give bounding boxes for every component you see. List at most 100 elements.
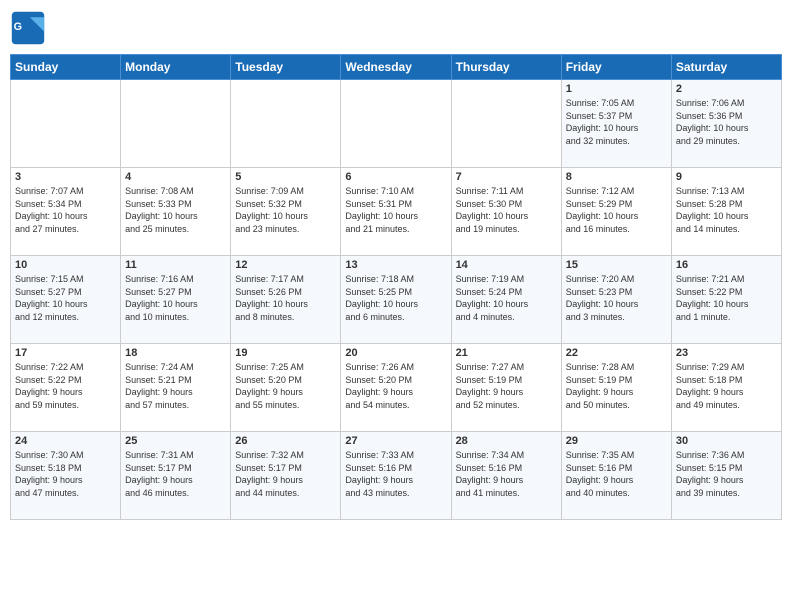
calendar-week-3: 17Sunrise: 7:22 AMSunset: 5:22 PMDayligh…: [11, 344, 782, 432]
calendar-cell: 17Sunrise: 7:22 AMSunset: 5:22 PMDayligh…: [11, 344, 121, 432]
day-info: Sunrise: 7:06 AMSunset: 5:36 PMDaylight:…: [676, 97, 777, 147]
day-info: Sunrise: 7:10 AMSunset: 5:31 PMDaylight:…: [345, 185, 446, 235]
day-info: Sunrise: 7:18 AMSunset: 5:25 PMDaylight:…: [345, 273, 446, 323]
day-info: Sunrise: 7:11 AMSunset: 5:30 PMDaylight:…: [456, 185, 557, 235]
day-number: 7: [456, 171, 557, 183]
day-number: 12: [235, 259, 336, 271]
calendar-cell: 27 Sunrise: 7:33 AMSunset: 5:16 PMDayligh…: [341, 432, 451, 520]
calendar-week-2: 10 Sunrise: 7:15 AMSunset: 5:27 PMDayligh…: [11, 256, 782, 344]
calendar-cell: 23 Sunrise: 7:29 AMSunset: 5:18 PMDayligh…: [671, 344, 781, 432]
day-number: 25: [125, 435, 226, 447]
day-info: Sunrise: 7:22 AMSunset: 5:22 PMDaylight:…: [15, 361, 116, 411]
calendar-cell: 28 Sunrise: 7:34 AMSunset: 5:16 PMDayligh…: [451, 432, 561, 520]
day-info: Sunrise: 7:35 AMSunset: 5:16 PMDaylight:…: [566, 449, 667, 499]
calendar-cell: 18Sunrise: 7:24 AMSunset: 5:21 PMDayligh…: [121, 344, 231, 432]
calendar-cell: 3 Sunrise: 7:07 AMSunset: 5:34 PMDaylight…: [11, 168, 121, 256]
day-info: Sunrise: 7:08 AMSunset: 5:33 PMDaylight:…: [125, 185, 226, 235]
calendar-cell: 15 Sunrise: 7:20 AMSunset: 5:23 PMDayligh…: [561, 256, 671, 344]
day-header-friday: Friday: [561, 55, 671, 80]
calendar-cell: [231, 80, 341, 168]
day-info: Sunrise: 7:30 AMSunset: 5:18 PMDaylight:…: [15, 449, 116, 499]
day-number: 27: [345, 435, 446, 447]
day-header-monday: Monday: [121, 55, 231, 80]
day-info: Sunrise: 7:25 AMSunset: 5:20 PMDaylight:…: [235, 361, 336, 411]
page: G SundayMondayTuesdayWednesdayThursdayFr…: [0, 0, 792, 612]
calendar-cell: 26 Sunrise: 7:32 AMSunset: 5:17 PMDayligh…: [231, 432, 341, 520]
calendar-cell: [341, 80, 451, 168]
day-number: 9: [676, 171, 777, 183]
day-info: Sunrise: 7:17 AMSunset: 5:26 PMDaylight:…: [235, 273, 336, 323]
header: G: [10, 10, 782, 46]
day-info: Sunrise: 7:33 AMSunset: 5:16 PMDaylight:…: [345, 449, 446, 499]
calendar-cell: 9 Sunrise: 7:13 AMSunset: 5:28 PMDaylight…: [671, 168, 781, 256]
day-number: 18: [125, 347, 226, 359]
calendar-week-4: 24 Sunrise: 7:30 AMSunset: 5:18 PMDayligh…: [11, 432, 782, 520]
logo-icon: G: [10, 10, 46, 46]
day-header-thursday: Thursday: [451, 55, 561, 80]
day-info: Sunrise: 7:19 AMSunset: 5:24 PMDaylight:…: [456, 273, 557, 323]
day-number: 28: [456, 435, 557, 447]
day-header-saturday: Saturday: [671, 55, 781, 80]
day-info: Sunrise: 7:34 AMSunset: 5:16 PMDaylight:…: [456, 449, 557, 499]
calendar-cell: 2 Sunrise: 7:06 AMSunset: 5:36 PMDaylight…: [671, 80, 781, 168]
day-number: 21: [456, 347, 557, 359]
calendar: SundayMondayTuesdayWednesdayThursdayFrid…: [10, 54, 782, 520]
calendar-cell: 12 Sunrise: 7:17 AMSunset: 5:26 PMDayligh…: [231, 256, 341, 344]
day-info: Sunrise: 7:21 AMSunset: 5:22 PMDaylight:…: [676, 273, 777, 323]
day-info: Sunrise: 7:29 AMSunset: 5:18 PMDaylight:…: [676, 361, 777, 411]
day-header-tuesday: Tuesday: [231, 55, 341, 80]
calendar-cell: 22 Sunrise: 7:28 AMSunset: 5:19 PMDayligh…: [561, 344, 671, 432]
calendar-cell: 4 Sunrise: 7:08 AMSunset: 5:33 PMDaylight…: [121, 168, 231, 256]
calendar-cell: 24 Sunrise: 7:30 AMSunset: 5:18 PMDayligh…: [11, 432, 121, 520]
day-info: Sunrise: 7:13 AMSunset: 5:28 PMDaylight:…: [676, 185, 777, 235]
day-info: Sunrise: 7:36 AMSunset: 5:15 PMDaylight:…: [676, 449, 777, 499]
day-number: 22: [566, 347, 667, 359]
day-number: 8: [566, 171, 667, 183]
day-number: 23: [676, 347, 777, 359]
calendar-cell: [451, 80, 561, 168]
day-info: Sunrise: 7:28 AMSunset: 5:19 PMDaylight:…: [566, 361, 667, 411]
calendar-header-row: SundayMondayTuesdayWednesdayThursdayFrid…: [11, 55, 782, 80]
day-number: 6: [345, 171, 446, 183]
calendar-cell: 30Sunrise: 7:36 AMSunset: 5:15 PMDayligh…: [671, 432, 781, 520]
day-number: 24: [15, 435, 116, 447]
day-info: Sunrise: 7:15 AMSunset: 5:27 PMDaylight:…: [15, 273, 116, 323]
svg-text:G: G: [14, 21, 22, 33]
day-header-wednesday: Wednesday: [341, 55, 451, 80]
day-number: 2: [676, 83, 777, 95]
calendar-cell: 1 Sunrise: 7:05 AMSunset: 5:37 PMDaylight…: [561, 80, 671, 168]
day-info: Sunrise: 7:27 AMSunset: 5:19 PMDaylight:…: [456, 361, 557, 411]
calendar-cell: 19 Sunrise: 7:25 AMSunset: 5:20 PMDayligh…: [231, 344, 341, 432]
day-number: 26: [235, 435, 336, 447]
day-info: Sunrise: 7:20 AMSunset: 5:23 PMDaylight:…: [566, 273, 667, 323]
calendar-cell: 7 Sunrise: 7:11 AMSunset: 5:30 PMDaylight…: [451, 168, 561, 256]
calendar-cell: 5Sunrise: 7:09 AMSunset: 5:32 PMDaylight…: [231, 168, 341, 256]
calendar-cell: 25Sunrise: 7:31 AMSunset: 5:17 PMDayligh…: [121, 432, 231, 520]
day-number: 1: [566, 83, 667, 95]
day-number: 11: [125, 259, 226, 271]
day-number: 20: [345, 347, 446, 359]
calendar-cell: [11, 80, 121, 168]
day-info: Sunrise: 7:09 AMSunset: 5:32 PMDaylight:…: [235, 185, 336, 235]
calendar-cell: 21 Sunrise: 7:27 AMSunset: 5:19 PMDayligh…: [451, 344, 561, 432]
day-info: Sunrise: 7:26 AMSunset: 5:20 PMDaylight:…: [345, 361, 446, 411]
logo: G: [10, 10, 50, 46]
day-info: Sunrise: 7:07 AMSunset: 5:34 PMDaylight:…: [15, 185, 116, 235]
day-number: 15: [566, 259, 667, 271]
day-number: 13: [345, 259, 446, 271]
day-number: 14: [456, 259, 557, 271]
day-info: Sunrise: 7:16 AMSunset: 5:27 PMDaylight:…: [125, 273, 226, 323]
day-number: 29: [566, 435, 667, 447]
day-info: Sunrise: 7:05 AMSunset: 5:37 PMDaylight:…: [566, 97, 667, 147]
calendar-week-0: 1 Sunrise: 7:05 AMSunset: 5:37 PMDaylight…: [11, 80, 782, 168]
calendar-cell: 14 Sunrise: 7:19 AMSunset: 5:24 PMDayligh…: [451, 256, 561, 344]
calendar-cell: [121, 80, 231, 168]
day-header-sunday: Sunday: [11, 55, 121, 80]
calendar-cell: 10 Sunrise: 7:15 AMSunset: 5:27 PMDayligh…: [11, 256, 121, 344]
day-number: 16: [676, 259, 777, 271]
day-number: 19: [235, 347, 336, 359]
day-number: 4: [125, 171, 226, 183]
day-info: Sunrise: 7:32 AMSunset: 5:17 PMDaylight:…: [235, 449, 336, 499]
day-number: 3: [15, 171, 116, 183]
day-number: 10: [15, 259, 116, 271]
